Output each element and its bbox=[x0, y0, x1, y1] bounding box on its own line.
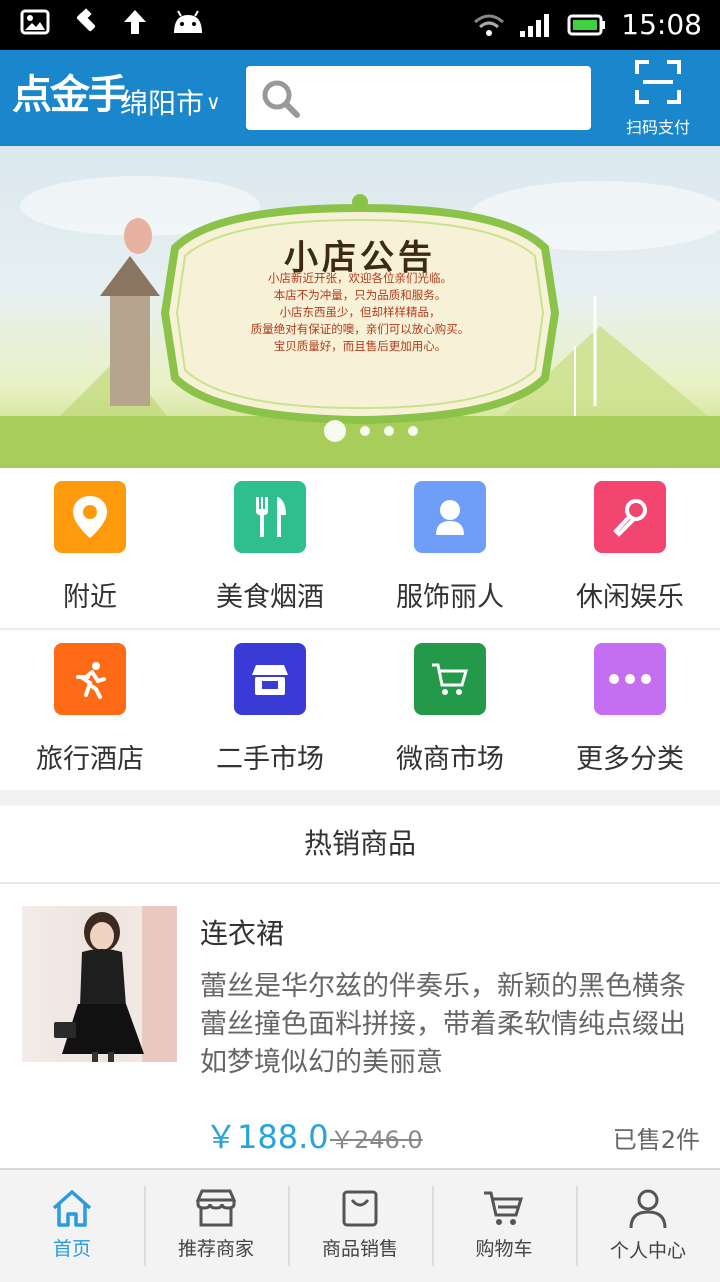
running-person-icon bbox=[54, 643, 126, 715]
category-grid: 附近 美食烟酒 服饰丽人 休闲娱乐 旅行酒店 二手市场 微商市场 更多分类 bbox=[0, 468, 720, 790]
person-icon bbox=[414, 481, 486, 553]
clock: 15:08 bbox=[621, 8, 702, 41]
city-label: 绵阳市 bbox=[120, 87, 205, 120]
nav-label: 推荐商家 bbox=[177, 1238, 254, 1260]
carousel-indicators bbox=[324, 420, 418, 442]
promo-banner[interactable]: 小店公告 小店新近开张，欢迎各位亲们光临。 本店不为冲量，只为品质和服务。 小店… bbox=[0, 146, 720, 468]
category-food[interactable]: 美食烟酒 bbox=[180, 468, 360, 628]
nav-product-sales[interactable]: 商品销售 bbox=[288, 1170, 432, 1282]
city-selector[interactable]: 绵阳市 ∨ bbox=[120, 82, 221, 122]
battery-icon bbox=[567, 14, 606, 35]
notification-icons bbox=[20, 8, 206, 36]
bag-icon bbox=[342, 1190, 378, 1227]
category-wechat-market[interactable]: 微商市场 bbox=[360, 630, 540, 790]
search-input[interactable] bbox=[246, 66, 591, 130]
carousel-dot-active[interactable] bbox=[324, 420, 346, 442]
image-notification-icon bbox=[20, 9, 50, 35]
status-bar: 15:08 bbox=[0, 0, 720, 50]
category-label: 附近 bbox=[63, 582, 117, 613]
nav-label: 购物车 bbox=[475, 1238, 533, 1260]
product-image[interactable] bbox=[22, 906, 177, 1062]
product-price: ￥188.0 bbox=[205, 1118, 329, 1156]
notice-line: 本店不为冲量，只为品质和服务。 bbox=[273, 288, 447, 302]
tool-notification-icon bbox=[76, 8, 96, 32]
product-description: 蕾丝是华尔兹的伴奏乐，新颖的黑色横条蕾丝撞色面料拼接，带着柔软情纯点缀出如梦境似… bbox=[200, 971, 686, 1078]
microphone-icon bbox=[594, 481, 666, 553]
chevron-down-icon: ∨ bbox=[206, 90, 221, 114]
scan-pay-label: 扫码支付 bbox=[625, 118, 690, 137]
category-label: 更多分类 bbox=[576, 744, 684, 775]
product-name: 连衣裙 bbox=[200, 917, 285, 950]
brand-logo: 点金手 bbox=[12, 71, 128, 118]
android-icon bbox=[174, 10, 202, 33]
system-indicators: 15:08 bbox=[473, 8, 702, 41]
category-label: 休闲娱乐 bbox=[576, 582, 684, 613]
category-label: 美食烟酒 bbox=[216, 582, 324, 613]
notice-line: 小店新近开张，欢迎各位亲们光临。 bbox=[268, 271, 452, 285]
store-icon bbox=[195, 1189, 237, 1227]
category-label: 旅行酒店 bbox=[36, 744, 144, 775]
cart-icon bbox=[484, 1191, 524, 1225]
nav-shopping-cart[interactable]: 购物车 bbox=[432, 1170, 576, 1282]
carousel-dot[interactable] bbox=[408, 426, 418, 436]
fork-knife-icon bbox=[234, 481, 306, 553]
signal-icon bbox=[520, 13, 550, 37]
notice-body: 小店新近开张，欢迎各位亲们光临。 本店不为冲量，只为品质和服务。 小店东西虽少，… bbox=[240, 270, 480, 355]
product-original-price: ￥246.0 bbox=[330, 1126, 423, 1154]
product-card[interactable]: 连衣裙 蕾丝是华尔兹的伴奏乐，新颖的黑色横条蕾丝撞色面料拼接，带着柔软情纯点缀出… bbox=[0, 884, 720, 1168]
home-icon bbox=[52, 1190, 92, 1227]
upload-arrow-icon bbox=[124, 10, 146, 34]
nav-home[interactable]: 首页 bbox=[0, 1170, 144, 1282]
category-travel[interactable]: 旅行酒店 bbox=[0, 630, 180, 790]
category-leisure[interactable]: 休闲娱乐 bbox=[540, 468, 720, 628]
category-label: 二手市场 bbox=[216, 744, 324, 775]
carousel-dot[interactable] bbox=[384, 426, 394, 436]
user-icon bbox=[629, 1189, 667, 1229]
product-sold-count: 已售2件 bbox=[612, 1126, 700, 1154]
nav-label: 商品销售 bbox=[321, 1238, 398, 1260]
search-icon bbox=[262, 80, 300, 118]
category-label: 微商市场 bbox=[396, 744, 504, 775]
bottom-navigation: 首页 推荐商家 商品销售 购物车 个人中心 bbox=[0, 1168, 720, 1282]
nav-profile[interactable]: 个人中心 bbox=[576, 1170, 720, 1282]
location-pin-icon bbox=[54, 481, 126, 553]
category-secondhand[interactable]: 二手市场 bbox=[180, 630, 360, 790]
scan-icon bbox=[635, 60, 681, 104]
notice-line: 宝贝质量好，而且售后更加用心。 bbox=[273, 339, 447, 353]
more-dots-icon bbox=[594, 643, 666, 715]
nav-label: 个人中心 bbox=[609, 1240, 686, 1262]
app-header: 点金手 绵阳市 ∨ 扫码支付 bbox=[0, 50, 720, 146]
category-more[interactable]: 更多分类 bbox=[540, 630, 720, 790]
category-nearby[interactable]: 附近 bbox=[0, 468, 180, 628]
notice-line: 质量绝对有保证的噢，亲们可以放心购买。 bbox=[250, 322, 470, 336]
shop-icon bbox=[234, 643, 306, 715]
category-fashion[interactable]: 服饰丽人 bbox=[360, 468, 540, 628]
category-label: 服饰丽人 bbox=[396, 582, 504, 613]
cart-icon bbox=[414, 643, 486, 715]
hot-products-heading: 热销商品 bbox=[0, 806, 720, 884]
nav-recommended-merchants[interactable]: 推荐商家 bbox=[144, 1170, 288, 1282]
wifi-icon bbox=[474, 14, 505, 36]
nav-label: 首页 bbox=[52, 1238, 91, 1260]
scan-pay-button[interactable]: 扫码支付 bbox=[610, 58, 706, 140]
notice-line: 小店东西虽少，但却样样精品， bbox=[279, 305, 441, 319]
carousel-dot[interactable] bbox=[360, 426, 370, 436]
